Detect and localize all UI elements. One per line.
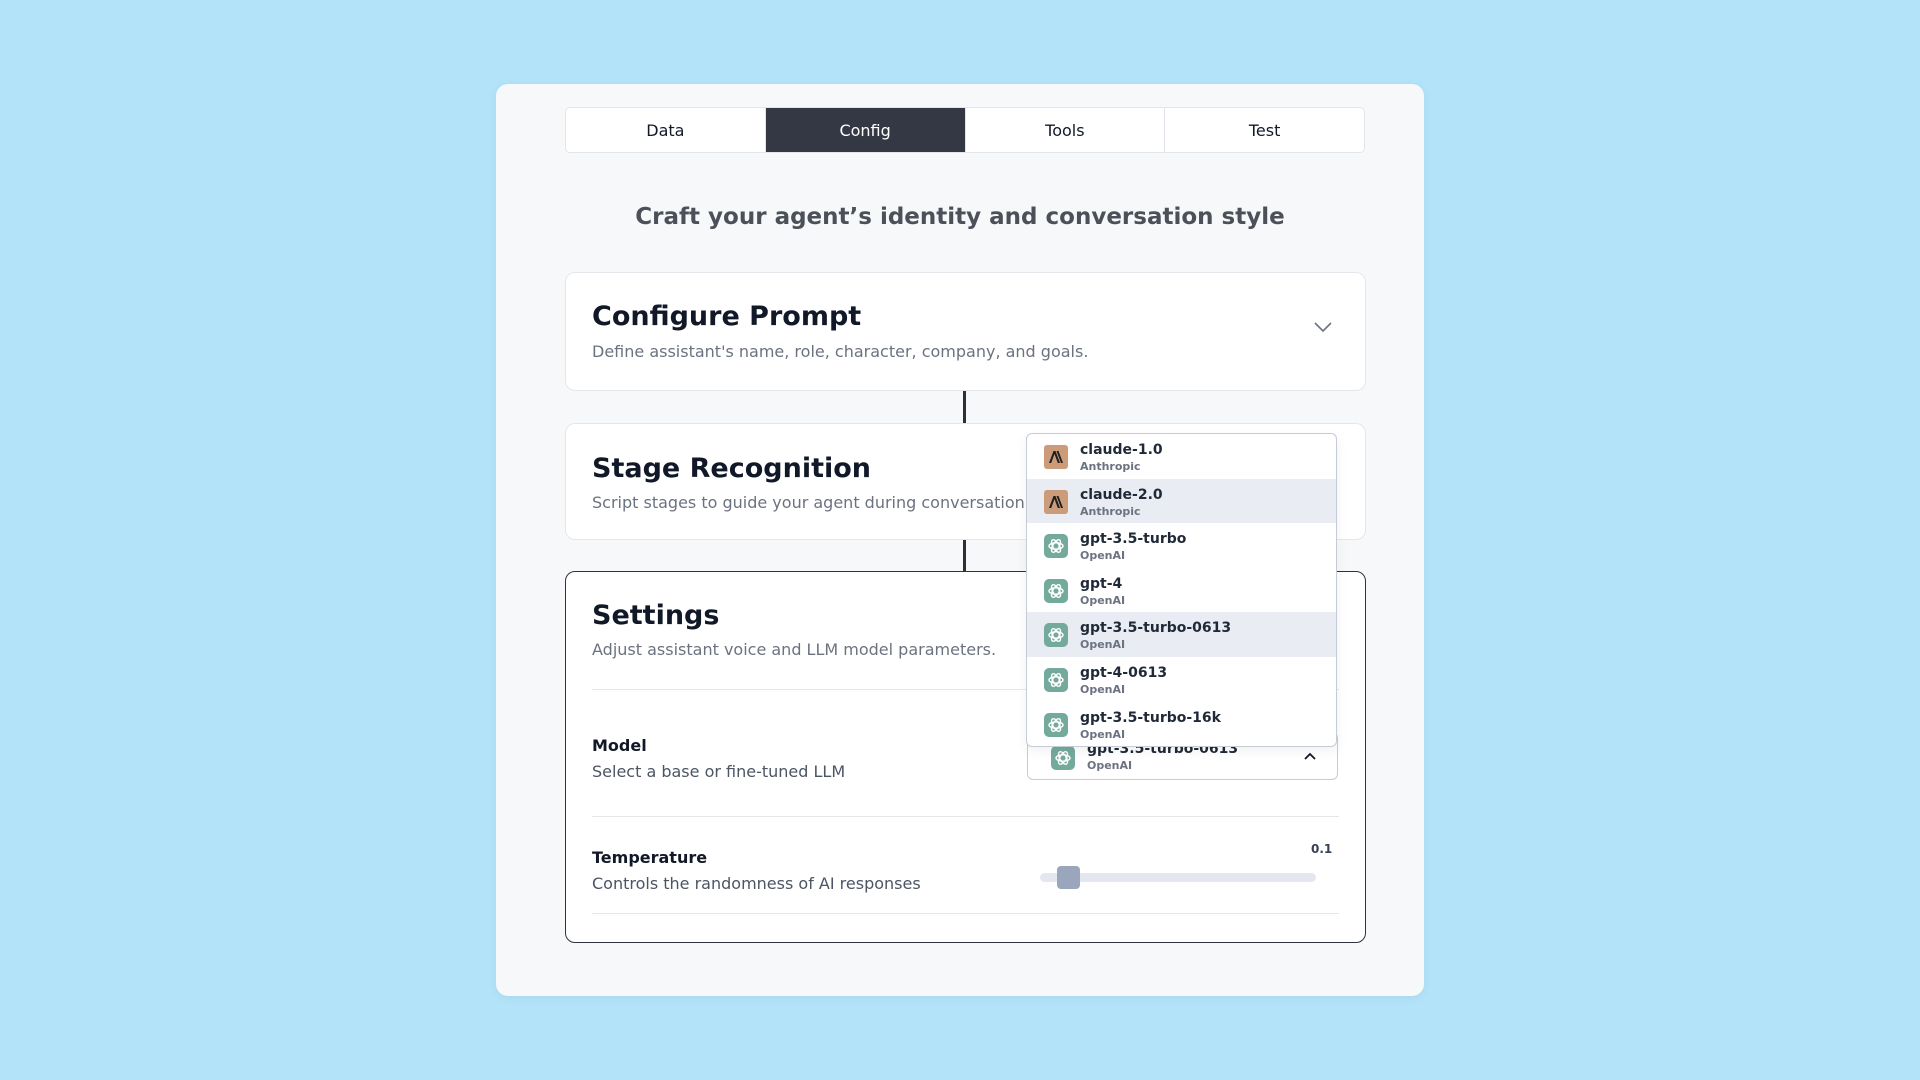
temperature-slider-track[interactable] [1040,866,1316,889]
temperature-sublabel: Controls the randomness of AI responses [592,874,921,893]
anthropic-icon [1044,445,1068,469]
model-label: Model [592,736,647,755]
openai-icon [1051,746,1075,770]
card-title: Configure Prompt [592,301,862,332]
tab-config[interactable]: Config [765,108,966,152]
option-name: claude-1.0 [1080,442,1163,458]
model-dropdown-list: claude-1.0 Anthropic claude-2.0 Anthropi… [1026,433,1337,747]
chevron-down-icon[interactable] [1313,321,1333,333]
step-connector [963,391,966,423]
openai-icon [1044,578,1068,603]
divider [592,816,1339,817]
option-provider: OpenAI [1080,549,1126,563]
tab-test[interactable]: Test [1165,108,1364,152]
option-provider: OpenAI [1080,727,1126,741]
configure-prompt-card[interactable]: Configure Prompt Define assistant's name… [565,272,1366,391]
option-name: gpt-3.5-turbo-16k [1080,709,1221,726]
model-option[interactable]: gpt-3.5-turbo-16k OpenAI [1027,702,1336,746]
model-option[interactable]: claude-2.0 Anthropic [1027,478,1336,524]
openai-icon [1044,712,1068,737]
temperature-slider-thumb[interactable] [1056,866,1080,889]
card-description: Adjust assistant voice and LLM model par… [592,640,997,659]
card-title: Settings [592,600,720,631]
tab-tools[interactable]: Tools [966,108,1166,152]
option-name: claude-2.0 [1080,486,1163,503]
model-option[interactable]: gpt-4-0613 OpenAI [1027,657,1336,702]
option-name: gpt-3.5-turbo [1080,531,1187,548]
temperature-label: Temperature [592,848,708,867]
model-option[interactable]: claude-1.0 Anthropic [1027,434,1336,479]
option-name: gpt-4-0613 [1080,664,1168,681]
model-option[interactable]: gpt-3.5-turbo-0613 OpenAI [1027,612,1336,657]
option-provider: Anthropic [1080,504,1141,518]
card-title: Stage Recognition [592,453,872,484]
card-description: Script stages to guide your agent during… [592,493,1030,512]
page-subtitle: Craft your agent’s identity and conversa… [635,204,1285,230]
divider [592,913,1339,914]
openai-icon [1044,534,1068,559]
model-option[interactable]: gpt-4 OpenAI [1027,568,1336,613]
openai-icon [1044,623,1068,648]
anthropic-icon [1044,489,1068,514]
step-connector [963,540,966,572]
model-option[interactable]: gpt-3.5-turbo OpenAI [1027,523,1336,568]
tab-bar: Data Config Tools Test [565,107,1365,153]
tab-data[interactable]: Data [566,108,766,152]
chevron-up-icon [1304,752,1316,760]
option-provider: OpenAI [1080,593,1126,607]
selected-model-provider: OpenAI [1087,759,1133,772]
openai-icon [1044,667,1068,692]
option-provider: OpenAI [1080,682,1126,696]
option-provider: OpenAI [1080,638,1126,652]
temperature-value: 0.1 [1311,842,1333,856]
option-name: gpt-4 [1080,575,1123,592]
option-provider: Anthropic [1080,460,1141,473]
option-name: gpt-3.5-turbo-0613 [1080,620,1232,637]
card-description: Define assistant's name, role, character… [592,342,1089,361]
model-sublabel: Select a base or fine-tuned LLM [592,762,846,781]
